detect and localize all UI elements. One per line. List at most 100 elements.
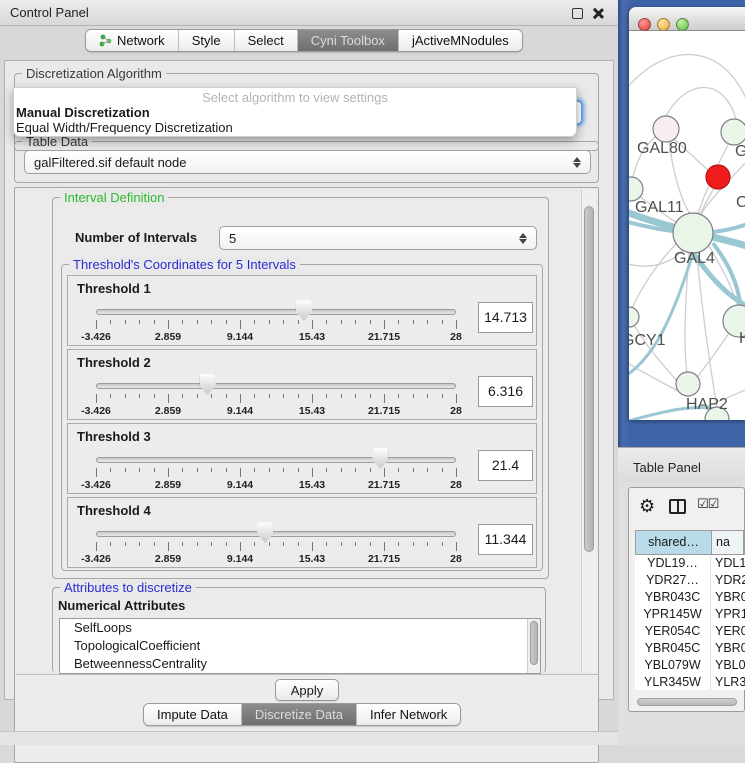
column-header-name[interactable]: na [712,531,744,554]
table-row[interactable]: YBR043CYBR0 [635,589,745,606]
threshold-value-box[interactable]: 21.4 [478,450,533,481]
apply-button[interactable]: Apply [275,679,339,701]
network-graph: GAL80GACGAL11GAL4GCY1HHAP2 [629,31,745,420]
dropdown-placeholder: Select algorithm to view settings [14,88,576,105]
tick-mark [254,394,255,398]
tick-mark [312,468,313,477]
tab-discretize-data[interactable]: Discretize Data [242,704,357,725]
table-row[interactable]: YLR345WYLR3 [635,674,745,690]
tick-mark [125,542,126,546]
tick-mark [427,394,428,398]
cell-name: YBL0 [711,657,745,674]
table-data-combobox[interactable]: galFiltered.sif default node [24,150,591,174]
tick-mark [312,542,313,551]
table-row[interactable]: YPR145WYPR1 [635,606,745,623]
threshold-value-box[interactable]: 11.344 [478,524,533,555]
tab-impute-data[interactable]: Impute Data [144,704,242,725]
checkbox-icons[interactable]: ☑☑ [697,497,718,512]
tick-mark [355,320,356,324]
close-icon[interactable] [592,8,603,19]
numerical-attributes-list[interactable]: SelfLoopsTopologicalCoefficientBetweenne… [59,618,541,674]
slider-track[interactable] [96,309,456,315]
slider-thumb-icon[interactable] [372,448,388,469]
dropdown-option[interactable]: Manual Discretization [14,105,576,120]
tick-mark [226,320,227,324]
main-scrollbar-thumb[interactable] [584,206,594,552]
node-gal80[interactable] [653,116,679,142]
discretization-algorithm-title: Discretization Algorithm [22,66,166,81]
list-item[interactable]: BetweennessCentrality [60,655,540,673]
tick-mark [370,468,371,472]
tab-infer-network[interactable]: Infer Network [357,704,460,725]
table-row[interactable]: YDR27…YDR2 [635,572,745,589]
attributes-scrollbar[interactable] [527,619,540,673]
tick-mark [96,468,97,477]
threshold-row: Threshold 1-3.4262.8599.14415.4321.71528… [67,275,537,346]
tab-style[interactable]: Style [179,30,235,51]
table-row[interactable]: YDL19…YDL1 [635,555,745,572]
network-canvas[interactable]: GAL80GACGAL11GAL4GCY1HHAP2 [629,31,745,420]
node-gal4[interactable] [673,213,713,253]
slider-track[interactable] [96,457,456,463]
tick-mark [226,468,227,472]
close-traffic-light-icon[interactable] [638,18,651,31]
slider-thumb-icon[interactable] [200,374,216,395]
node-red-selected[interactable] [706,165,730,189]
tick-mark [154,468,155,472]
tick-mark [326,394,327,398]
tick-mark [240,394,241,403]
list-item[interactable]: SelfLoops [60,619,540,637]
node-hap2[interactable] [676,372,700,396]
tab-cyni-toolbox[interactable]: Cyni Toolbox [298,30,399,51]
slider-track[interactable] [96,383,456,389]
zoom-traffic-light-icon[interactable] [676,18,689,31]
tick-mark [456,320,457,329]
tick-label: 21.715 [368,479,400,491]
tick-label: 28 [450,405,462,417]
threshold-value-box[interactable]: 6.316 [478,376,533,407]
tick-mark [384,542,385,551]
column-header-shared[interactable]: shared… [636,531,712,554]
tick-mark [254,542,255,546]
thresholds-group-title: Threshold's Coordinates for 5 Intervals [69,257,300,272]
tab-network[interactable]: Network [86,30,179,51]
tick-mark [168,320,169,329]
cell-shared-name: YDR27… [635,572,711,589]
number-of-intervals-combobox[interactable]: 5 [219,226,537,250]
minimize-traffic-light-icon[interactable] [657,18,670,31]
slider-track[interactable] [96,531,456,537]
slider-thumb-icon[interactable] [296,300,312,321]
dropdown-option[interactable]: Equal Width/Frequency Discretization [14,120,576,135]
tick-label: 21.715 [368,405,400,417]
tick-mark [139,320,140,324]
tick-mark [298,542,299,546]
tick-mark [341,468,342,472]
tab-select[interactable]: Select [235,30,298,51]
table-row[interactable]: YBR045CYBR0 [635,640,745,657]
list-item[interactable]: TopologicalCoefficient [60,637,540,655]
table-horizontal-scrollbar[interactable] [637,698,737,706]
table-row[interactable]: YBL079WYBL0 [635,657,745,674]
tick-mark [182,394,183,398]
node-gcy1[interactable] [629,307,639,327]
gear-icon[interactable]: ⚙ [639,496,655,517]
tick-label: 2.859 [155,331,181,343]
main-vertical-scrollbar[interactable] [581,190,596,672]
float-window-icon[interactable] [572,8,583,19]
node-label-hap2: HAP2 [686,396,728,413]
node-partial-top-right[interactable] [721,119,745,145]
table-row[interactable]: YER054CYER0 [635,623,745,640]
attributes-scrollbar-thumb[interactable] [530,621,538,665]
node-label-c: C [736,194,745,211]
cell-name: YLR3 [711,674,745,690]
tick-mark [341,542,342,546]
tick-label: -3.426 [81,331,111,343]
tick-mark [283,542,284,546]
tab-jactivemnodules[interactable]: jActiveMNodules [399,30,522,51]
node-label-gcy1: GCY1 [629,332,666,349]
tick-mark [197,542,198,546]
threshold-value-box[interactable]: 14.713 [478,302,533,333]
columns-icon[interactable] [669,499,686,514]
slider-ticks [96,320,456,330]
slider-thumb-icon[interactable] [257,522,273,543]
